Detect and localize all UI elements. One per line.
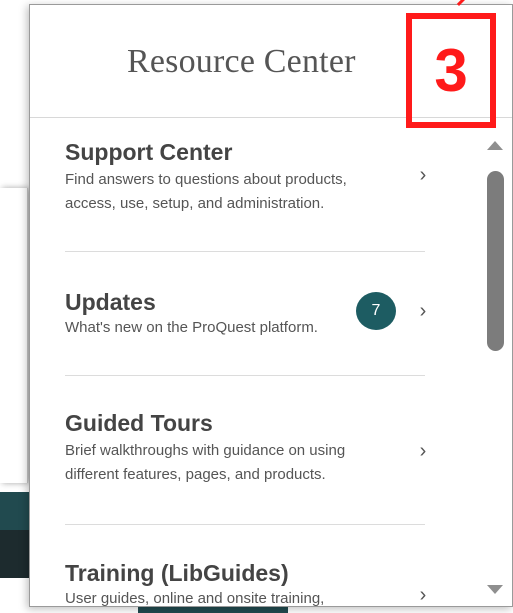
updates-count-badge: 7 <box>356 292 396 330</box>
background-card <box>0 188 28 483</box>
item-description: Brief walkthroughs with guidance on usin… <box>65 442 346 459</box>
divider <box>65 375 425 376</box>
triangle-down-icon[interactable] <box>486 583 504 595</box>
step-number-annotation: 3 <box>406 13 496 128</box>
chevron-right-icon[interactable]: › <box>416 165 430 185</box>
resource-item-support-center[interactable]: Support Center Find answers to questions… <box>65 138 425 216</box>
chevron-right-icon[interactable]: › <box>416 585 430 605</box>
chevron-right-icon[interactable]: › <box>416 441 430 461</box>
resource-item-guided-tours[interactable]: Guided Tours Brief walkthroughs with gui… <box>65 409 425 487</box>
item-description: different features, pages, and products. <box>65 466 326 483</box>
scrollbar[interactable] <box>484 133 506 603</box>
triangle-up-icon[interactable] <box>486 139 504 151</box>
item-description: Find answers to questions about products… <box>65 171 347 188</box>
scroll-down-arrow <box>487 584 503 594</box>
divider <box>65 251 425 252</box>
item-description: User guides, online and onsite training, <box>65 590 325 607</box>
resource-item-training-libguides[interactable]: Training (LibGuides) User guides, online… <box>65 559 425 607</box>
item-title: Guided Tours <box>65 410 213 436</box>
chevron-right-icon[interactable]: › <box>416 301 430 321</box>
panel-title: Resource Center <box>127 43 356 80</box>
item-title: Support Center <box>65 139 233 165</box>
item-description: access, use, setup, and administration. <box>65 195 325 212</box>
scroll-up-arrow <box>487 140 503 150</box>
scroll-thumb[interactable] <box>487 171 504 351</box>
divider <box>65 524 425 525</box>
item-title: Training (LibGuides) <box>65 560 289 586</box>
resource-list: Support Center Find answers to questions… <box>30 118 485 607</box>
